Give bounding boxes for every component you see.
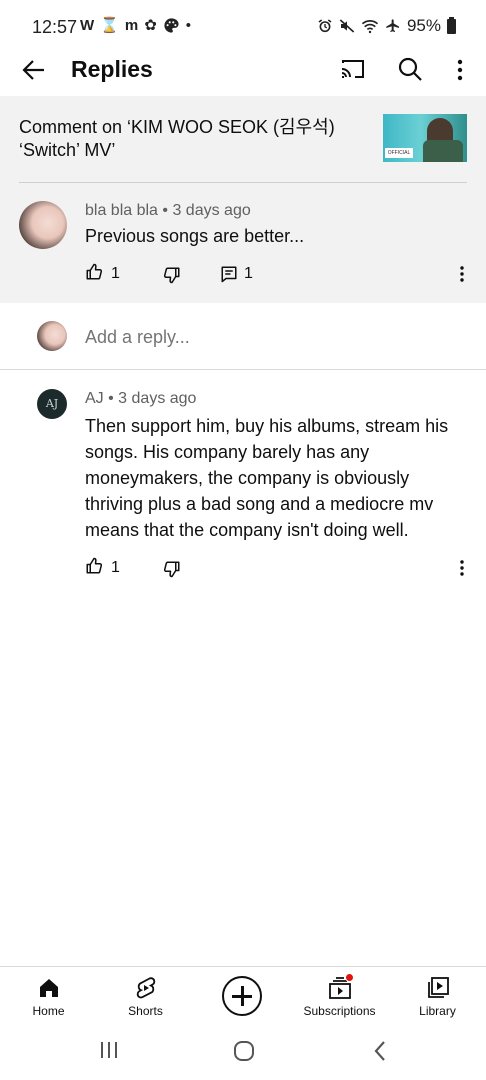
hourglass-icon: ⌛ [100, 17, 119, 34]
home-icon [39, 979, 58, 997]
nav-shorts[interactable]: Shorts [97, 967, 194, 1025]
thumbnail-logo: OFFICIAL [385, 148, 413, 158]
more-vert-icon[interactable] [450, 58, 470, 82]
more-vert-icon[interactable] [459, 265, 465, 283]
video-context[interactable]: Comment on ‘KIM WOO SEOK (김우석) ‘Switch’ … [0, 96, 486, 183]
battery-icon [447, 16, 456, 34]
mute-icon [339, 19, 355, 33]
nav-subscriptions-label: Subscriptions [303, 1004, 376, 1018]
flower-icon: ✿ [144, 17, 157, 34]
reply-count: 1 [244, 265, 253, 282]
bottom-nav: Home Shorts Subscriptions Library [0, 966, 486, 1024]
notification-icons: W ⌛ m ✿ • [80, 16, 192, 35]
reply-input[interactable] [85, 327, 465, 348]
system-nav [0, 1024, 486, 1080]
reply-author[interactable]: AJ [85, 390, 104, 407]
like-icon[interactable] [85, 557, 103, 575]
nav-home-label: Home [32, 1004, 65, 1018]
avatar [37, 321, 67, 351]
like-count: 1 [111, 265, 120, 282]
more-vert-icon[interactable] [459, 559, 465, 577]
m-icon: m [124, 16, 139, 34]
cast-icon[interactable] [340, 58, 366, 80]
comment-age: 3 days ago [172, 202, 251, 219]
back-chevron-icon[interactable] [372, 1040, 388, 1062]
palette-icon [164, 17, 179, 33]
comment-author[interactable]: bla bla bla [85, 202, 158, 219]
nav-subscriptions[interactable]: Subscriptions [291, 967, 388, 1025]
wifi-icon [361, 20, 379, 34]
reply-actions: 1 [85, 557, 475, 581]
page-title: Replies [71, 56, 153, 82]
dislike-icon[interactable] [163, 560, 181, 578]
w-icon: W [80, 16, 95, 34]
search-icon[interactable] [397, 56, 423, 82]
library-icon [427, 977, 449, 998]
app-bar: Replies [0, 52, 486, 96]
add-reply-row [0, 303, 486, 370]
video-context-label: Comment on ‘KIM WOO SEOK (김우석) ‘Switch’ … [19, 117, 335, 160]
dot-icon: • [185, 16, 192, 34]
status-time: 12:57 [32, 17, 78, 37]
battery-percent: 95% [406, 16, 441, 35]
comment-actions: 1 1 [85, 263, 475, 287]
shorts-icon [136, 977, 155, 999]
reply-comment: AJ AJ • 3 days ago Then support him, buy… [0, 380, 486, 580]
notification-dot [345, 973, 354, 982]
reply-text: Then support him, buy his albums, stream… [85, 416, 449, 540]
alarm-icon [318, 19, 332, 33]
airplane-icon [386, 19, 399, 32]
back-arrow-icon[interactable] [20, 56, 48, 84]
dislike-icon[interactable] [163, 266, 181, 284]
avatar[interactable]: AJ [37, 389, 67, 419]
nav-shorts-label: Shorts [128, 1004, 163, 1018]
like-icon[interactable] [85, 263, 103, 281]
comment-meta: bla bla bla • 3 days ago [85, 202, 251, 219]
status-right: 95% [317, 16, 456, 36]
reply-icon[interactable] [220, 265, 238, 283]
video-thumbnail[interactable]: OFFICIAL [383, 114, 467, 162]
nav-library-label: Library [419, 1004, 456, 1018]
home-circle-icon[interactable] [233, 1040, 255, 1062]
thumbnail-shirt [423, 140, 463, 162]
create-button[interactable] [222, 976, 262, 1016]
comment-text: Previous songs are better... [85, 226, 305, 246]
nav-library[interactable]: Library [389, 967, 486, 1025]
avatar[interactable] [19, 201, 67, 249]
status-bar: 12:57 W ⌛ m ✿ • 95% [0, 0, 486, 52]
nav-home[interactable]: Home [0, 967, 97, 1025]
recents-icon[interactable] [99, 1041, 119, 1059]
divider [0, 369, 486, 370]
reply-age: 3 days ago [118, 390, 197, 407]
like-count: 1 [111, 559, 120, 576]
reply-meta: AJ • 3 days ago [85, 390, 197, 407]
parent-comment: bla bla bla • 3 days ago Previous songs … [0, 183, 486, 303]
